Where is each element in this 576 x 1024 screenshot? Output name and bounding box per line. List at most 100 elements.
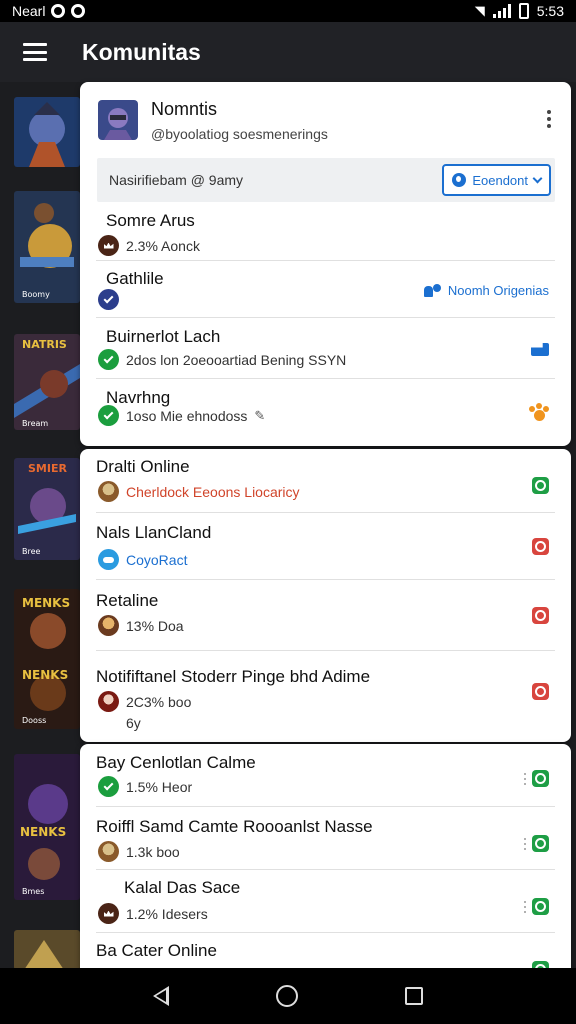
status-badge[interactable]	[524, 898, 549, 915]
people-icon	[423, 284, 441, 297]
crown-icon	[98, 903, 119, 924]
item-title: Notififtanel Stoderr Pinge bhd Adime	[96, 667, 371, 686]
game-thumbnail[interactable]: SMIER Bree	[14, 458, 80, 560]
item-subtitle-extra: 6y	[126, 715, 141, 731]
avatar[interactable]	[98, 100, 138, 140]
list-item[interactable]: Kalal Das Sace 1.2% Idesers	[96, 870, 555, 933]
recent-apps-icon[interactable]	[404, 987, 423, 1005]
status-badge[interactable]	[532, 538, 549, 555]
list-item[interactable]: Dralti Online Cherldock Eeoons Liocaricy	[96, 449, 555, 513]
check-icon	[98, 289, 119, 310]
check-icon	[98, 776, 119, 797]
filter-bar: Nasirifiebam @ 9amy Eoendont	[97, 158, 555, 202]
thumb-caption: Bream	[22, 419, 48, 428]
item-subtitle: Cherldock Eeoons Liocaricy	[126, 483, 300, 500]
item-subtitle: 1oso Mie ehnodoss	[126, 407, 248, 424]
item-title: Dralti Online	[96, 457, 190, 476]
filter-label: Nasirifiebam @ 9amy	[109, 172, 244, 188]
thumb-label: NENKS	[22, 668, 68, 682]
status-badge[interactable]	[524, 835, 549, 852]
signal-icon	[492, 4, 511, 18]
sync-icon	[71, 4, 86, 18]
thumb-caption: Dooss	[22, 716, 46, 725]
item-title: Nals LlanCland	[96, 523, 212, 542]
game-thumbnail[interactable]	[14, 930, 80, 970]
item-subtitle: 1.2% Idesers	[126, 905, 208, 922]
list-item[interactable]: Retaline 13% Doa	[96, 580, 555, 651]
people-link[interactable]: Noomh Origenias	[423, 283, 549, 298]
game-thumbnail[interactable]: Boomy	[14, 191, 80, 303]
item-subtitle: CoyoRact	[126, 551, 188, 568]
menu-icon[interactable]	[23, 43, 47, 61]
list-item[interactable]: Navrhng 1oso Mie ehnodoss ✎	[96, 379, 555, 441]
list-item[interactable]: Ba Cater Online	[96, 933, 555, 970]
system-nav-bar	[0, 968, 576, 1024]
community-card: Nomntis @byoolatiog soesmenerings Nasiri…	[80, 82, 571, 446]
item-subtitle: 13% Doa	[126, 617, 184, 634]
edit-icon[interactable]: ✎	[254, 408, 265, 424]
cast-icon[interactable]	[531, 343, 549, 356]
more-options-icon[interactable]	[547, 110, 551, 128]
item-subtitle: 1.5% Heor	[126, 778, 193, 795]
profile-header: Nomntis @byoolatiog soesmenerings	[80, 82, 571, 158]
item-subtitle: 2C3% boo	[126, 693, 192, 710]
item-title: Retaline	[96, 591, 159, 610]
profile-name: Nomntis	[151, 98, 218, 119]
notification-icon	[51, 4, 66, 18]
crown-icon	[98, 235, 119, 256]
list-item[interactable]: Roiffl Samd Camte Roooanlst Nasse 1.3k b…	[96, 807, 555, 870]
cloud-icon	[98, 549, 119, 570]
page-title: Komunitas	[82, 38, 201, 65]
game-thumbnail[interactable]	[14, 97, 80, 167]
dropdown-label: Eoendont	[472, 172, 528, 188]
community-card: Dralti Online Cherldock Eeoons Liocaricy…	[80, 449, 571, 742]
item-subtitle: 1.3k boo	[126, 843, 180, 860]
list-item[interactable]: Somre Arus 2.3% Aonck	[96, 202, 555, 261]
item-title: Buirnerlot Lach	[106, 327, 221, 346]
clock-text: 5:53	[536, 3, 564, 19]
item-title: Roiffl Samd Camte Roooanlst Nasse	[96, 817, 373, 836]
item-subtitle: 2.3% Aonck	[126, 237, 200, 254]
list-item[interactable]: Buirnerlot Lach 2dos lon 2oeooartiad Ben…	[96, 318, 555, 379]
item-title: Ba Cater Online	[96, 941, 217, 960]
status-badge[interactable]	[532, 607, 549, 624]
avatar	[98, 691, 119, 712]
svg-text:NENKS: NENKS	[20, 825, 66, 839]
item-title: Kalal Das Sace	[124, 878, 241, 897]
status-badge[interactable]	[532, 477, 549, 494]
status-badge[interactable]	[524, 770, 549, 787]
profile-handle: @byoolatiog soesmenerings	[151, 125, 328, 142]
check-icon	[98, 405, 119, 426]
game-thumbnail[interactable]: NENKS Bmes	[14, 754, 80, 900]
thumb-label: Boomy	[22, 290, 50, 299]
avatar	[98, 841, 119, 862]
list-item[interactable]: Nals LlanCland CoyoRact	[96, 513, 555, 580]
game-thumbnail[interactable]: NATRIS Bream	[14, 334, 80, 430]
people-link-label: Noomh Origenias	[447, 283, 549, 298]
app-bar: Komunitas	[0, 22, 576, 82]
thumb-caption: Bree	[22, 547, 41, 556]
back-icon[interactable]	[153, 986, 170, 1006]
item-title: Bay Cenlotlan Calme	[96, 753, 256, 772]
list-item[interactable]: Gathlile Noomh Origenias	[96, 261, 555, 318]
carrier-text: Nearl	[12, 3, 46, 19]
thumb-label: MENKS	[22, 596, 70, 610]
community-card: Bay Cenlotlan Calme 1.5% Heor Roiffl Sam…	[80, 744, 571, 970]
item-title: Gathlile	[106, 269, 164, 288]
paw-icon[interactable]	[529, 403, 549, 421]
thumb-label: NATRIS	[22, 338, 67, 351]
check-icon	[98, 349, 119, 370]
status-badge[interactable]	[532, 683, 549, 700]
game-thumbnail[interactable]: MENKS NENKS Dooss	[14, 589, 80, 729]
chevron-down-icon	[532, 173, 543, 183]
list-item[interactable]: Notififtanel Stoderr Pinge bhd Adime 2C3…	[96, 651, 555, 742]
list-item[interactable]: Bay Cenlotlan Calme 1.5% Heor	[96, 744, 555, 807]
home-icon[interactable]	[275, 985, 298, 1007]
avatar	[98, 615, 119, 636]
wifi-icon: ◥	[474, 3, 485, 18]
avatar	[98, 481, 119, 502]
user-icon	[452, 173, 467, 187]
status-bar: Nearl ◥ 5:53	[0, 0, 576, 22]
sort-dropdown[interactable]: Eoendont	[442, 164, 551, 196]
item-title: Somre Arus	[106, 211, 195, 230]
